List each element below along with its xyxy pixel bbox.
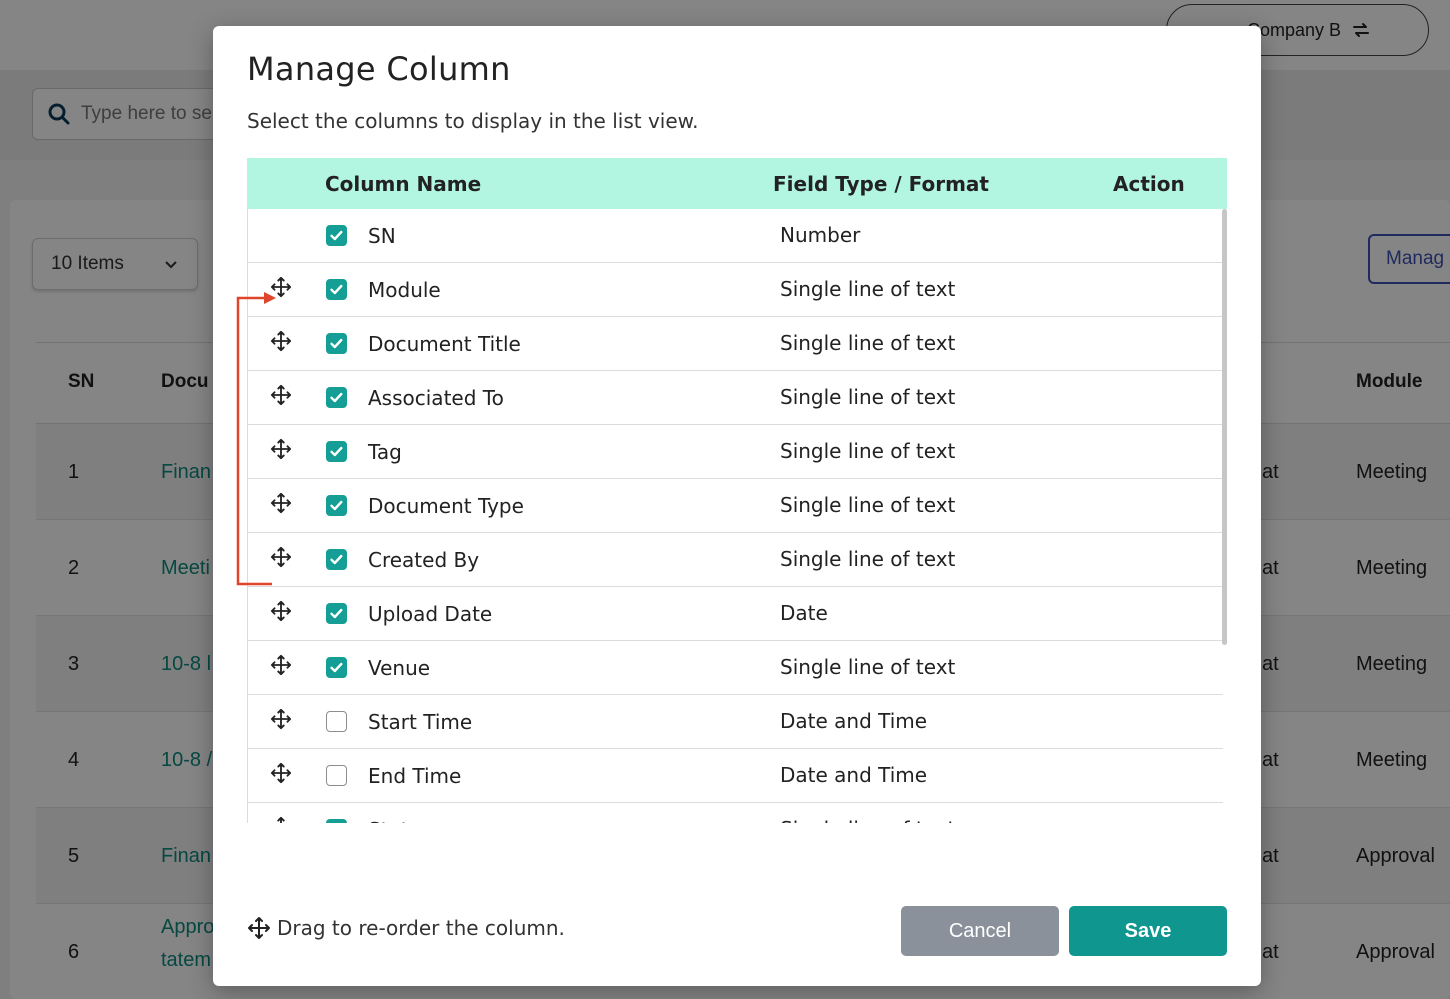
column-name: Status — [368, 818, 432, 823]
column-row[interactable]: Created By Single line of text — [248, 533, 1223, 587]
column-name: Upload Date — [368, 602, 493, 626]
move-icon — [248, 917, 270, 939]
column-checkbox[interactable] — [326, 225, 347, 246]
column-field-type: Date and Time — [780, 763, 928, 787]
column-checkbox[interactable] — [326, 549, 347, 570]
column-field-type: Single line of text — [780, 655, 956, 679]
column-field-type: Number — [780, 223, 861, 247]
th-column-name: Column Name — [325, 172, 482, 196]
column-field-type: Date and Time — [780, 709, 928, 733]
column-checkbox[interactable] — [326, 657, 347, 678]
drag-hint: Drag to re-order the column. — [247, 916, 565, 940]
column-name: End Time — [368, 764, 462, 788]
column-field-type: Single line of text — [780, 493, 956, 517]
column-name: Start Time — [368, 710, 473, 734]
columns-table-body: SN Number Module Single line of text Documen… — [247, 209, 1227, 823]
column-checkbox[interactable] — [326, 387, 347, 408]
move-icon[interactable] — [270, 330, 292, 352]
column-row[interactable]: End Time Date and Time — [248, 749, 1223, 803]
column-name: Tag — [368, 440, 402, 464]
modal-title: Manage Column — [247, 50, 511, 88]
column-row[interactable]: Module Single line of text — [248, 263, 1223, 317]
column-name: Associated To — [368, 386, 504, 410]
column-field-type: Single line of text — [780, 331, 956, 355]
column-name: Module — [368, 278, 441, 302]
column-name: Document Title — [368, 332, 521, 356]
column-checkbox[interactable] — [326, 819, 347, 823]
column-row[interactable]: Start Time Date and Time — [248, 695, 1223, 749]
column-field-type: Single line of text — [780, 277, 956, 301]
column-checkbox[interactable] — [326, 441, 347, 462]
save-button[interactable]: Save — [1069, 906, 1227, 956]
scrollbar[interactable] — [1222, 209, 1227, 645]
column-name: SN — [368, 224, 396, 248]
column-row[interactable]: Tag Single line of text — [248, 425, 1223, 479]
th-action: Action — [1113, 172, 1185, 196]
move-icon[interactable] — [270, 708, 292, 730]
column-field-type: Single line of text — [780, 439, 956, 463]
manage-column-modal: Manage Column Select the columns to disp… — [213, 26, 1261, 986]
column-checkbox[interactable] — [326, 603, 347, 624]
column-field-type: Date — [780, 601, 828, 625]
column-name: Document Type — [368, 494, 524, 518]
column-row[interactable]: Upload Date Date — [248, 587, 1223, 641]
column-row[interactable]: Document Title Single line of text — [248, 317, 1223, 371]
move-icon[interactable] — [270, 384, 292, 406]
column-field-type: Single line of text — [780, 385, 956, 409]
cancel-button[interactable]: Cancel — [901, 906, 1059, 956]
modal-subtitle: Select the columns to display in the lis… — [247, 109, 699, 133]
column-checkbox[interactable] — [326, 765, 347, 786]
column-name: Created By — [368, 548, 480, 572]
column-field-type: Single line of text — [780, 547, 956, 571]
move-icon[interactable] — [270, 762, 292, 784]
column-row[interactable]: Associated To Single line of text — [248, 371, 1223, 425]
move-icon[interactable] — [270, 600, 292, 622]
column-row[interactable]: Document Type Single line of text — [248, 479, 1223, 533]
column-checkbox[interactable] — [326, 279, 347, 300]
move-icon[interactable] — [270, 438, 292, 460]
columns-table-header: Column Name Field Type / Format Action — [247, 158, 1227, 209]
column-field-type: Single line of text — [780, 817, 955, 823]
column-row[interactable]: Status Single line of text — [248, 803, 1223, 823]
column-checkbox[interactable] — [326, 711, 347, 732]
drag-hint-text: Drag to re-order the column. — [277, 916, 565, 940]
column-checkbox[interactable] — [326, 333, 347, 354]
column-name: Venue — [368, 656, 431, 680]
move-icon[interactable] — [270, 492, 292, 514]
move-icon[interactable] — [270, 654, 292, 676]
column-row[interactable]: SN Number — [248, 209, 1223, 263]
move-icon[interactable] — [270, 276, 292, 298]
column-checkbox[interactable] — [326, 495, 347, 516]
move-icon[interactable] — [270, 546, 292, 568]
column-row[interactable]: Venue Single line of text — [248, 641, 1223, 695]
th-field-type: Field Type / Format — [773, 172, 989, 196]
move-icon[interactable] — [270, 816, 292, 823]
